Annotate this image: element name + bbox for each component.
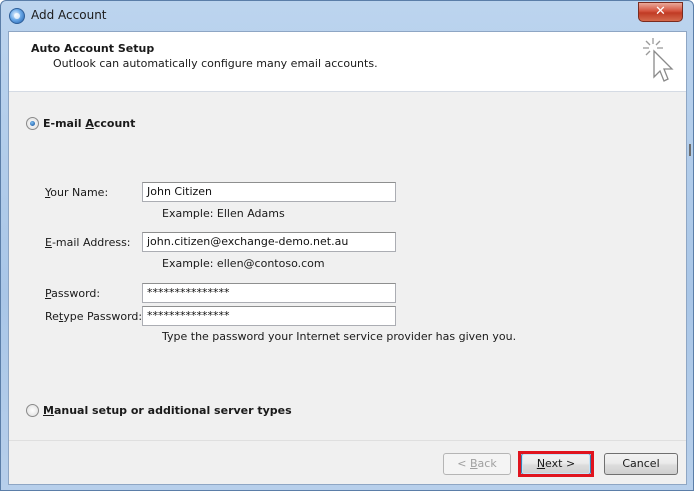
retype-password-hint: Type the password your Internet service … bbox=[162, 330, 517, 343]
email-account-label[interactable]: E-mail Account bbox=[43, 117, 135, 130]
back-button-prefix: < bbox=[457, 457, 470, 470]
title-bar[interactable]: Add Account ✕ bbox=[1, 1, 693, 31]
cancel-button[interactable]: Cancel bbox=[604, 453, 678, 475]
retype-password-label-rest: ype Password: bbox=[63, 310, 143, 323]
your-name-label-rest: our Name: bbox=[50, 186, 109, 199]
email-address-hint: Example: ellen@contoso.com bbox=[162, 257, 325, 270]
dialog-header: Auto Account Setup Outlook can automatic… bbox=[9, 32, 686, 92]
back-button-rest: ack bbox=[477, 457, 497, 470]
password-label: Password: bbox=[45, 287, 100, 300]
header-subtitle: Outlook can automatically configure many… bbox=[53, 57, 378, 70]
password-input[interactable]: *************** bbox=[142, 283, 396, 303]
your-name-hint: Example: Ellen Adams bbox=[162, 207, 285, 220]
email-address-label-rest: -mail Address: bbox=[51, 236, 131, 249]
header-title: Auto Account Setup bbox=[31, 42, 155, 55]
manual-setup-label[interactable]: Manual setup or additional server types bbox=[43, 404, 292, 417]
window-title: Add Account bbox=[31, 8, 107, 22]
outlook-app-icon bbox=[9, 8, 25, 24]
window-resize-edge-mark bbox=[689, 144, 691, 156]
retype-password-label: Retype Password: bbox=[45, 310, 142, 323]
back-button-accel: B bbox=[470, 457, 478, 470]
add-account-window: Add Account ✕ Auto Account Setup Outlook… bbox=[0, 0, 694, 491]
password-label-rest: assword: bbox=[51, 287, 101, 300]
close-icon: ✕ bbox=[655, 4, 666, 19]
manual-setup-label-accel: M bbox=[43, 404, 54, 417]
email-account-radio[interactable] bbox=[26, 117, 39, 130]
email-account-label-accel: A bbox=[85, 117, 94, 130]
email-account-label-prefix: E-mail bbox=[43, 117, 86, 130]
your-name-input[interactable]: John Citizen bbox=[142, 182, 396, 202]
email-address-label: E-mail Address: bbox=[45, 236, 131, 249]
auto-setup-cursor-icon bbox=[643, 38, 674, 82]
dialog-body: Auto Account Setup Outlook can automatic… bbox=[8, 31, 687, 485]
next-button-highlight bbox=[518, 451, 594, 477]
retype-password-label-pre: Re bbox=[45, 310, 59, 323]
retype-password-input[interactable]: *************** bbox=[142, 306, 396, 326]
back-button[interactable]: < Back bbox=[443, 453, 511, 475]
email-address-label-accel: E bbox=[45, 236, 52, 249]
email-account-label-suffix: ccount bbox=[93, 117, 136, 130]
manual-setup-radio[interactable] bbox=[26, 404, 39, 417]
close-button[interactable]: ✕ bbox=[638, 2, 683, 22]
email-address-input[interactable]: john.citizen@exchange-demo.net.au bbox=[142, 232, 396, 252]
manual-setup-label-rest: anual setup or additional server types bbox=[53, 404, 292, 417]
your-name-label: Your Name: bbox=[45, 186, 108, 199]
footer-divider bbox=[9, 440, 686, 441]
